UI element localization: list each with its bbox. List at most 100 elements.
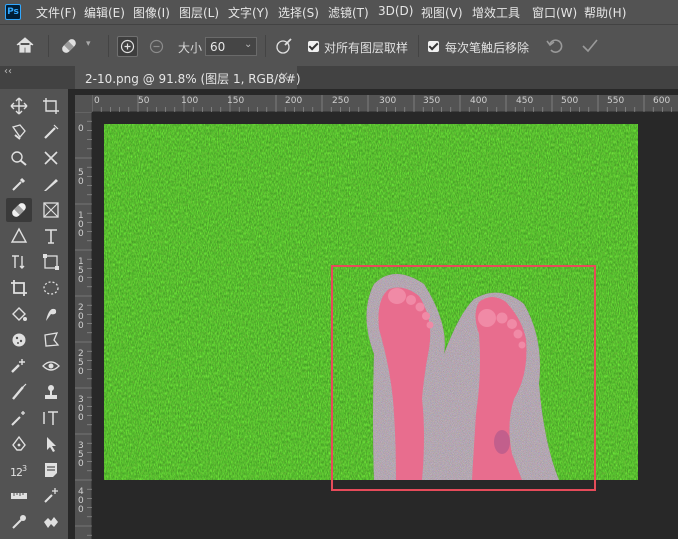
- home-icon: [16, 37, 34, 53]
- paint-bucket-icon: [12, 307, 27, 321]
- brush-tool[interactable]: [6, 380, 32, 404]
- note-tool[interactable]: [38, 458, 64, 482]
- artboard-tool[interactable]: [38, 94, 64, 118]
- add-mode-button[interactable]: [117, 36, 138, 57]
- eyedropper-icon: [12, 177, 26, 191]
- menu-select[interactable]: 选择(S): [278, 4, 319, 21]
- tools-panel: 123: [0, 89, 68, 539]
- smudge-tool[interactable]: [38, 302, 64, 326]
- quick-selection-icon: [44, 124, 59, 139]
- magic-eraser-tool[interactable]: [6, 406, 32, 430]
- ruler-label: 1 5 0: [78, 257, 84, 285]
- triangle-tool[interactable]: [6, 224, 32, 248]
- ruler-label: 200: [285, 96, 303, 106]
- ruler-label: 450: [516, 96, 534, 106]
- menu-view[interactable]: 视图(V): [421, 4, 463, 21]
- ruler-label: 3 5 0: [78, 441, 84, 469]
- puppet-warp-tool[interactable]: [38, 510, 64, 534]
- spot-healing-icon: [11, 151, 27, 166]
- ruler-label: 500: [561, 96, 579, 106]
- menu-edit[interactable]: 编辑(E): [84, 4, 125, 21]
- healing-brush-icon: [62, 39, 76, 53]
- menu-layer[interactable]: 图层(L): [179, 4, 219, 21]
- menu-window[interactable]: 窗口(W): [532, 4, 577, 21]
- polygonal-lasso-tool[interactable]: [38, 328, 64, 352]
- color-sampler-icon: [44, 488, 58, 503]
- remove-after-stroke-label: 每次笔触后移除: [445, 41, 530, 55]
- count-tool[interactable]: 123: [6, 458, 32, 482]
- ruler-label: 3 0 0: [78, 395, 84, 423]
- frame-tool[interactable]: [38, 198, 64, 222]
- color-replacement-tool[interactable]: [6, 354, 32, 378]
- commit-button[interactable]: [580, 36, 600, 56]
- eyedropper-icon: [12, 515, 26, 529]
- brush-icon: [12, 383, 27, 400]
- sponge-icon: [12, 333, 26, 347]
- chevron-down-icon[interactable]: ⌄: [244, 39, 252, 50]
- color-sampler-tool[interactable]: [38, 484, 64, 508]
- remove-after-stroke-checkbox[interactable]: [428, 41, 439, 52]
- menu-bar: Ps 文件(F) 编辑(E) 图像(I) 图层(L) 文字(Y) 选择(S) 滤…: [0, 0, 678, 24]
- paint-bucket-tool[interactable]: [6, 302, 32, 326]
- ruler-tool[interactable]: [6, 484, 32, 508]
- pen-tool[interactable]: [6, 432, 32, 456]
- object-selection-tool[interactable]: [38, 120, 64, 144]
- document-tab[interactable]: 2-10.png @ 91.8% (图层 1, RGB/8#) ×: [75, 66, 301, 89]
- tool-preset-picker[interactable]: ▾: [58, 35, 98, 57]
- elliptical-marquee-tool[interactable]: [38, 276, 64, 300]
- pen-nib-icon: [44, 179, 58, 191]
- transform-tool[interactable]: [38, 250, 64, 274]
- menu-image[interactable]: 图像(I): [133, 4, 170, 21]
- crop-tool[interactable]: [6, 276, 32, 300]
- type-mask-tool[interactable]: [38, 224, 64, 248]
- photoshop-logo: Ps: [5, 4, 21, 20]
- collapse-toolbar-icon[interactable]: ‹‹: [4, 66, 12, 77]
- subtract-mode-button[interactable]: [147, 37, 166, 56]
- options-bar: ▾ 大小 60 ⌄ 对所有图层取样 每次笔触后移除: [0, 24, 678, 66]
- frame-icon: [43, 202, 59, 218]
- close-icon[interactable]: ×: [279, 69, 289, 83]
- selection-rectangle[interactable]: [331, 265, 596, 491]
- move-tool[interactable]: [6, 94, 32, 118]
- menu-help[interactable]: 帮助(H): [584, 4, 626, 21]
- menu-type[interactable]: 文字(Y): [228, 4, 269, 21]
- pressure-button[interactable]: [274, 36, 294, 56]
- undo-button[interactable]: [545, 36, 565, 56]
- ruler-label: 300: [379, 96, 397, 106]
- commit-check-icon: [582, 39, 598, 53]
- menu-plugins[interactable]: 增效工具: [472, 4, 520, 21]
- menu-3d[interactable]: 3D(D): [378, 4, 413, 18]
- size-field[interactable]: 60 ⌄: [205, 37, 257, 56]
- artboard-icon: [43, 98, 59, 114]
- horizontal-ruler[interactable]: 0 50 100 150 200 250 300 350 400 450 500…: [92, 95, 678, 112]
- ruler-label: 0: [94, 96, 100, 106]
- menu-filter[interactable]: 滤镜(T): [328, 4, 369, 21]
- stamp-tool[interactable]: [38, 380, 64, 404]
- eyedropper-tool[interactable]: [6, 172, 32, 196]
- pen-stroke-tool[interactable]: [38, 172, 64, 196]
- menu-file[interactable]: 文件(F): [36, 4, 76, 21]
- vertical-type-tool[interactable]: [6, 250, 32, 274]
- stamp-icon: [45, 385, 57, 399]
- crop-slice-tool[interactable]: [38, 146, 64, 170]
- vertical-ruler[interactable]: 0 5 0 1 0 0 1 5 0 2 0 0 2 5 0 3 0 0 3 5 …: [75, 112, 92, 539]
- ruler-label: 600: [653, 96, 671, 106]
- horizontal-type-tool[interactable]: [38, 406, 64, 430]
- home-button[interactable]: [14, 35, 36, 55]
- arrow-cursor-icon: [47, 437, 56, 452]
- ruler-label: 1 0 0: [78, 211, 84, 239]
- spot-healing-tool[interactable]: [6, 146, 32, 170]
- ruler-origin[interactable]: [75, 95, 92, 112]
- subtract-mode-icon: [149, 39, 164, 54]
- red-eye-tool[interactable]: [38, 354, 64, 378]
- eyedropper-tool-2[interactable]: [6, 510, 32, 534]
- count-icon: 123: [10, 464, 27, 479]
- lasso-tool[interactable]: [6, 120, 32, 144]
- undo-icon: [546, 39, 563, 53]
- path-selection-tool[interactable]: [38, 432, 64, 456]
- sample-all-layers-checkbox[interactable]: [308, 41, 319, 52]
- healing-brush-tool[interactable]: [6, 198, 32, 222]
- chevron-down-icon: ▾: [86, 39, 91, 49]
- size-label: 大小: [178, 41, 203, 55]
- sponge-tool[interactable]: [6, 328, 32, 352]
